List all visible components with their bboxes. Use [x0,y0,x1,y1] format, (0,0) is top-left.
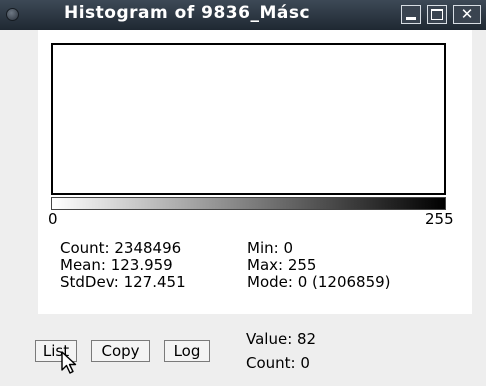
maximize-icon[interactable] [427,5,447,24]
mouse-pointer-icon [61,351,77,374]
axis-min-label: 0 [48,210,58,228]
stat-max: Max: 255 [247,256,317,274]
log-button[interactable]: Log [164,340,210,362]
close-glyph: ✕ [460,5,474,23]
readout-count: Count: 0 [246,354,310,372]
close-icon[interactable]: ✕ [453,5,481,24]
title-bar[interactable]: Histogram of 9836_Másc ✕ [0,0,486,30]
copy-button[interactable]: Copy [91,340,150,362]
window-title: Histogram of 9836_Másc [64,3,311,23]
histogram-plot [51,43,446,195]
stat-mean: Mean: 123.959 [60,256,173,274]
stat-mode: Mode: 0 (1206859) [247,273,391,291]
axis-max-label: 255 [425,210,454,228]
readout-value: Value: 82 [246,330,317,348]
stat-count: Count: 2348496 [60,239,182,257]
window-menu-icon[interactable] [6,8,19,21]
stat-min: Min: 0 [247,239,293,257]
stat-stddev: StdDev: 127.451 [60,273,186,291]
minimize-icon[interactable] [401,5,421,24]
grayscale-lut-bar [51,197,446,210]
histogram-window: Histogram of 9836_Másc ✕ 0 255 Count: 23… [0,0,486,386]
